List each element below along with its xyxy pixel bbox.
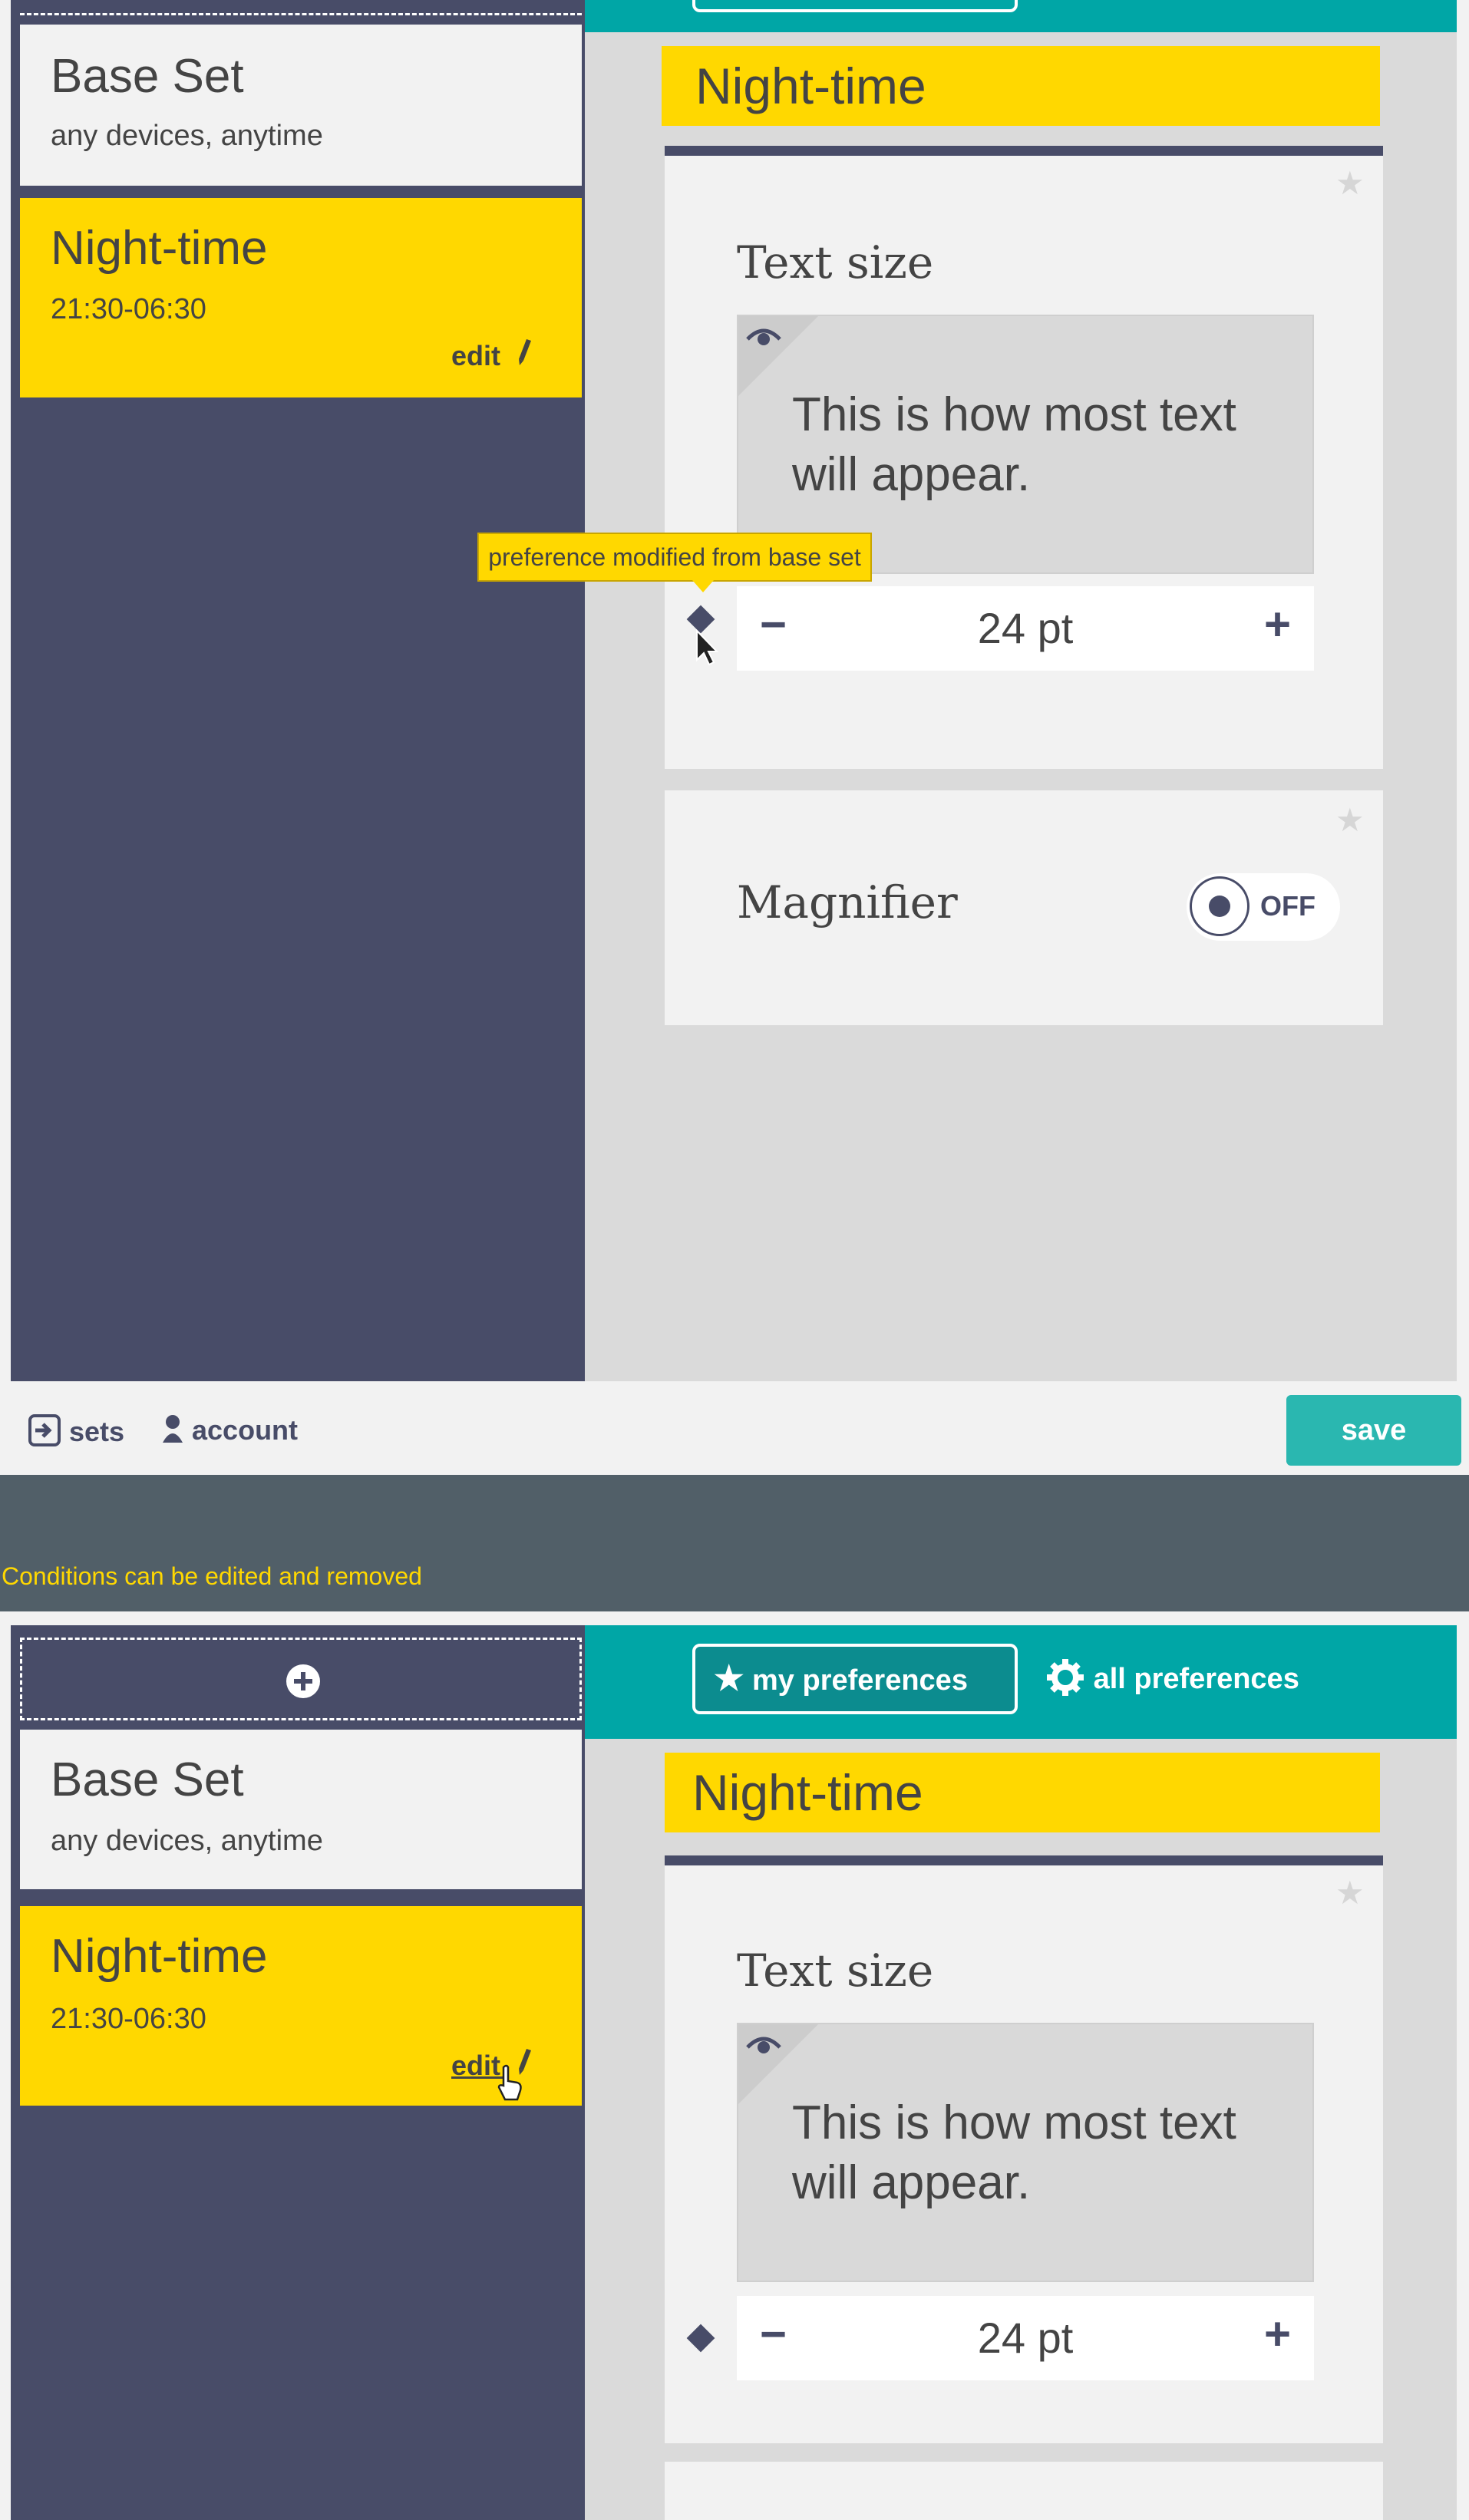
- add-set-button[interactable]: [20, 1638, 582, 1720]
- set-subtitle: any devices, anytime: [51, 120, 323, 152]
- tab-all-preferences[interactable]: all preferences: [1045, 1644, 1299, 1714]
- panel-top-bar: [665, 146, 1383, 156]
- decrease-button[interactable]: −: [760, 2296, 787, 2373]
- tooltip: preference modified from base set: [477, 533, 872, 582]
- preview-text: This is how most text will appear.: [792, 388, 1236, 501]
- set-banner: Night-time: [662, 46, 1380, 126]
- tab-label: all preferences: [1093, 1663, 1299, 1695]
- panel-title: Magnifier: [737, 876, 958, 929]
- selected-set-pointer: [534, 1909, 579, 1995]
- stepper-value: 24 pt: [977, 604, 1074, 652]
- panel-title: Text size: [737, 236, 934, 289]
- sets-label: sets: [69, 1416, 125, 1447]
- app-window-2: Base Set any devices, anytime Night-time…: [0, 1611, 1469, 2520]
- mouse-cursor-icon: [696, 629, 718, 666]
- panel-top-bar: [665, 1855, 1383, 1865]
- star-icon[interactable]: ★: [1335, 1874, 1365, 1911]
- next-panel: [665, 2462, 1383, 2520]
- sets-sidebar: Base Set any devices, anytime Night-time…: [11, 0, 585, 1381]
- set-title: Base Set: [51, 50, 244, 103]
- app-window-1: Base Set any devices, anytime Night-time…: [0, 0, 1469, 1475]
- decrease-button[interactable]: −: [760, 586, 787, 663]
- toggle-knob: [1190, 876, 1249, 936]
- magnifier-panel: ★ Magnifier OFF: [665, 790, 1383, 1025]
- increase-button[interactable]: +: [1264, 586, 1291, 663]
- magnifier-toggle[interactable]: OFF: [1187, 873, 1340, 941]
- set-title: Night-time: [51, 1930, 268, 1983]
- set-subtitle: any devices, anytime: [51, 1825, 323, 1857]
- hand-cursor-icon: [497, 2064, 522, 2101]
- user-icon: [163, 1415, 183, 1443]
- edit-label: edit: [451, 340, 501, 371]
- set-card-base[interactable]: Base Set any devices, anytime: [20, 25, 582, 186]
- star-icon: ★: [714, 1660, 744, 1697]
- set-card-base[interactable]: Base Set any devices, anytime: [20, 1730, 582, 1889]
- star-icon[interactable]: ★: [1335, 801, 1365, 839]
- stepper-value: 24 pt: [977, 2314, 1074, 2362]
- tab-bar: [585, 0, 1457, 32]
- preview-text: This is how most text will appear.: [792, 2096, 1236, 2209]
- sets-button[interactable]: sets: [28, 1413, 124, 1448]
- edit-label: edit: [451, 2050, 501, 2081]
- preferences-area: ★ my preferences all preferences Night-t…: [585, 1625, 1457, 2520]
- eye-icon: [746, 2037, 781, 2053]
- star-icon[interactable]: ★: [1335, 164, 1365, 202]
- tab-label: my preferences: [752, 1664, 968, 1697]
- set-subtitle: 21:30-06:30: [51, 2003, 206, 2035]
- tooltip-arrow: [692, 580, 714, 592]
- sets-sidebar: Base Set any devices, anytime Night-time…: [11, 1625, 585, 2520]
- pencil-icon: [519, 339, 532, 365]
- caption: Conditions can be edited and removed: [2, 1562, 422, 1590]
- add-set-area[interactable]: [20, 0, 582, 15]
- account-label: account: [192, 1414, 299, 1446]
- set-banner: Night-time: [665, 1753, 1380, 1832]
- tab-bar: ★ my preferences all preferences: [585, 1625, 1457, 1739]
- selected-set-pointer: [534, 201, 579, 287]
- toggle-state: OFF: [1260, 890, 1315, 922]
- edit-link[interactable]: edit: [451, 338, 533, 372]
- gear-icon: [1047, 1659, 1084, 1696]
- text-size-panel: ★ Text size This is how most text will a…: [665, 1855, 1383, 2443]
- text-size-stepper[interactable]: 24 pt − +: [737, 586, 1314, 671]
- save-button[interactable]: save: [1286, 1395, 1461, 1466]
- eye-icon: [746, 328, 781, 345]
- text-size-stepper[interactable]: 24 pt − +: [737, 2296, 1314, 2380]
- tab-my-preferences[interactable]: ★ my preferences: [692, 1644, 1018, 1714]
- modified-indicator-icon[interactable]: [686, 2324, 715, 2353]
- text-size-panel: ★ Text size This is how most text will a…: [665, 146, 1383, 769]
- increase-button[interactable]: +: [1264, 2296, 1291, 2373]
- tab-my-preferences[interactable]: [692, 0, 1018, 12]
- set-title: Base Set: [51, 1753, 244, 1806]
- account-button[interactable]: account: [161, 1413, 298, 1446]
- panel-title: Text size: [737, 1944, 934, 1997]
- plus-circle-icon: [286, 1664, 320, 1698]
- footer-bar: sets account save: [0, 1381, 1469, 1475]
- set-title: Night-time: [51, 222, 268, 275]
- set-card-night-time[interactable]: Night-time 21:30-06:30 edit: [20, 1906, 582, 2106]
- set-card-night-time[interactable]: Night-time 21:30-06:30 edit: [20, 198, 582, 397]
- set-subtitle: 21:30-06:30: [51, 293, 206, 325]
- preferences-area: Night-time ★ Text size This is how most …: [477, 0, 1457, 1381]
- sign-in-icon: [28, 1414, 61, 1446]
- text-preview: This is how most text will appear.: [737, 2023, 1314, 2282]
